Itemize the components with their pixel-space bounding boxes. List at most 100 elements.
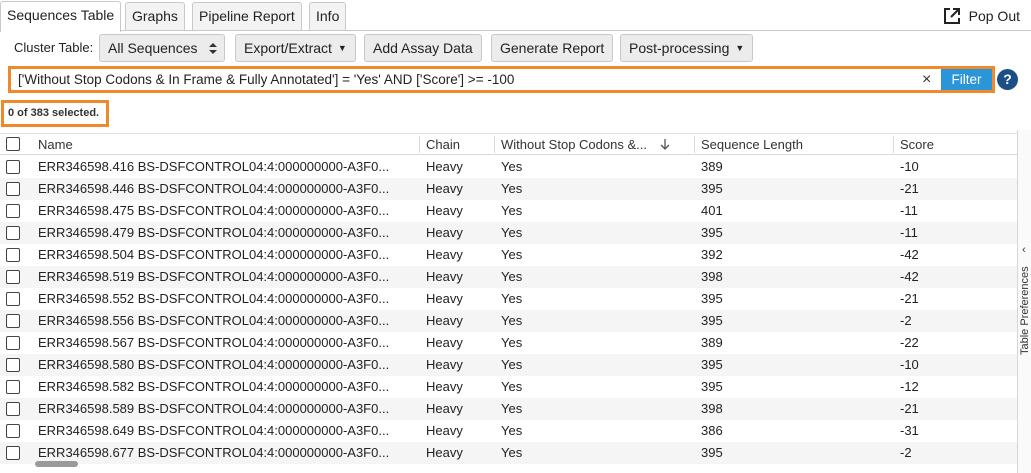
row-checkbox[interactable] <box>6 358 20 372</box>
table-row[interactable]: ERR346598.479 BS-DSFCONTROL04:4:00000000… <box>0 222 1017 244</box>
cell-name: ERR346598.649 BS-DSFCONTROL04:4:00000000… <box>38 423 390 438</box>
cell-chain: Heavy <box>426 423 463 438</box>
filter-button[interactable]: Filter <box>941 69 992 90</box>
cell-chain: Heavy <box>426 269 463 284</box>
table-preferences-label[interactable]: Table Preferences <box>1019 255 1031 355</box>
row-checkbox[interactable] <box>6 424 20 438</box>
cell-sequence-length: 398 <box>701 269 723 284</box>
cell-without-stop-codons: Yes <box>501 247 523 262</box>
row-checkbox[interactable] <box>6 226 20 240</box>
row-checkbox[interactable] <box>6 204 20 218</box>
table-row[interactable]: ERR346598.446 BS-DSFCONTROL04:4:00000000… <box>0 178 1017 200</box>
row-checkbox[interactable] <box>6 402 20 416</box>
tab-bar-divider <box>0 30 1031 31</box>
table-row[interactable]: ERR346598.649 BS-DSFCONTROL04:4:00000000… <box>0 420 1017 442</box>
column-header-without-stop-codons[interactable]: Without Stop Codons &... <box>501 134 647 155</box>
cell-sequence-length: 395 <box>701 313 723 328</box>
cell-sequence-length: 395 <box>701 445 723 460</box>
cell-name: ERR346598.552 BS-DSFCONTROL04:4:00000000… <box>38 291 390 306</box>
cell-chain: Heavy <box>426 313 463 328</box>
sort-descending-icon[interactable] <box>660 138 670 151</box>
add-assay-data-button[interactable]: Add Assay Data <box>364 34 482 62</box>
cell-score: -10 <box>900 159 919 174</box>
row-checkbox[interactable] <box>6 336 20 350</box>
tab-graphs[interactable]: Graphs <box>125 2 185 30</box>
cell-without-stop-codons: Yes <box>501 335 523 350</box>
row-checkbox[interactable] <box>6 380 20 394</box>
row-checkbox[interactable] <box>6 182 20 196</box>
external-link-icon <box>943 8 960 24</box>
column-divider[interactable] <box>893 136 894 153</box>
cluster-table-select[interactable]: All Sequences <box>99 34 225 62</box>
cell-score: -2 <box>900 445 912 460</box>
table-row[interactable]: ERR346598.416 BS-DSFCONTROL04:4:00000000… <box>0 156 1017 178</box>
cell-name: ERR346598.504 BS-DSFCONTROL04:4:00000000… <box>38 247 390 262</box>
row-checkbox[interactable] <box>6 292 20 306</box>
cell-name: ERR346598.446 BS-DSFCONTROL04:4:00000000… <box>38 181 390 196</box>
row-checkbox[interactable] <box>6 270 20 284</box>
cell-score: -11 <box>900 225 918 240</box>
cell-sequence-length: 398 <box>701 401 723 416</box>
cell-score: -2 <box>900 313 912 328</box>
column-header-name[interactable]: Name <box>38 134 73 155</box>
help-icon[interactable]: ? <box>997 69 1018 90</box>
column-header-chain[interactable]: Chain <box>426 134 460 155</box>
table-row[interactable]: ERR346598.582 BS-DSFCONTROL04:4:00000000… <box>0 376 1017 398</box>
cell-score: -12 <box>900 379 919 394</box>
cell-without-stop-codons: Yes <box>501 423 523 438</box>
tab-info[interactable]: Info <box>309 2 347 30</box>
tab-sequences-table[interactable]: Sequences Table <box>0 1 122 32</box>
row-checkbox[interactable] <box>6 160 20 174</box>
column-header-score[interactable]: Score <box>900 134 934 155</box>
table-row[interactable]: ERR346598.556 BS-DSFCONTROL04:4:00000000… <box>0 310 1017 332</box>
toolbar: Cluster Table: All Sequences Export/Extr… <box>0 33 1031 63</box>
cell-chain: Heavy <box>426 357 463 372</box>
table-row[interactable]: ERR346598.580 BS-DSFCONTROL04:4:00000000… <box>0 354 1017 376</box>
row-checkbox[interactable] <box>6 314 20 328</box>
row-checkbox[interactable] <box>6 248 20 262</box>
table-row[interactable]: ERR346598.519 BS-DSFCONTROL04:4:00000000… <box>0 266 1017 288</box>
cell-score: -31 <box>900 423 919 438</box>
generate-report-button[interactable]: Generate Report <box>491 34 614 62</box>
cell-name: ERR346598.519 BS-DSFCONTROL04:4:00000000… <box>38 269 390 284</box>
export-extract-button[interactable]: Export/Extract ▼ <box>235 34 356 62</box>
cell-name: ERR346598.580 BS-DSFCONTROL04:4:00000000… <box>38 357 390 372</box>
table-row[interactable]: ERR346598.552 BS-DSFCONTROL04:4:00000000… <box>0 288 1017 310</box>
caret-down-icon: ▼ <box>337 43 347 53</box>
cell-chain: Heavy <box>426 445 463 460</box>
cell-name: ERR346598.567 BS-DSFCONTROL04:4:00000000… <box>38 335 390 350</box>
row-checkbox[interactable] <box>6 446 20 460</box>
table-row[interactable]: ERR346598.475 BS-DSFCONTROL04:4:00000000… <box>0 200 1017 222</box>
select-all-checkbox[interactable] <box>6 137 20 151</box>
cell-chain: Heavy <box>426 291 463 306</box>
clear-filter-icon[interactable]: × <box>922 69 931 90</box>
table-row[interactable]: ERR346598.677 BS-DSFCONTROL04:4:00000000… <box>0 442 1017 464</box>
column-divider[interactable] <box>494 136 495 153</box>
filter-query-input[interactable]: ['Without Stop Codons & In Frame & Fully… <box>18 69 514 90</box>
cell-name: ERR346598.556 BS-DSFCONTROL04:4:00000000… <box>38 313 390 328</box>
cell-sequence-length: 395 <box>701 379 723 394</box>
post-processing-button[interactable]: Post-processing ▼ <box>620 34 754 62</box>
cell-without-stop-codons: Yes <box>501 291 523 306</box>
cell-sequence-length: 395 <box>701 225 723 240</box>
table-row[interactable]: ERR346598.567 BS-DSFCONTROL04:4:00000000… <box>0 332 1017 354</box>
table-row[interactable]: ERR346598.504 BS-DSFCONTROL04:4:00000000… <box>0 244 1017 266</box>
filter-bar: ['Without Stop Codons & In Frame & Fully… <box>8 66 995 93</box>
updown-chevron-icon <box>209 43 217 54</box>
cell-chain: Heavy <box>426 159 463 174</box>
tab-pipeline-report[interactable]: Pipeline Report <box>192 2 302 30</box>
cell-chain: Heavy <box>426 401 463 416</box>
column-divider[interactable] <box>694 136 695 153</box>
cell-name: ERR346598.582 BS-DSFCONTROL04:4:00000000… <box>38 379 390 394</box>
pop-out-label: Pop Out <box>968 8 1020 24</box>
cell-without-stop-codons: Yes <box>501 379 523 394</box>
cell-score: -21 <box>900 181 919 196</box>
table-row[interactable]: ERR346598.589 BS-DSFCONTROL04:4:00000000… <box>0 398 1017 420</box>
pop-out-button[interactable]: Pop Out <box>943 5 1020 27</box>
cell-name: ERR346598.589 BS-DSFCONTROL04:4:00000000… <box>38 401 390 416</box>
horizontal-scrollbar[interactable] <box>35 461 78 467</box>
cell-without-stop-codons: Yes <box>501 159 523 174</box>
table-header: Name Chain Without Stop Codons &... Sequ… <box>0 133 1017 155</box>
column-divider[interactable] <box>419 136 420 153</box>
column-header-sequence-length[interactable]: Sequence Length <box>701 134 803 155</box>
